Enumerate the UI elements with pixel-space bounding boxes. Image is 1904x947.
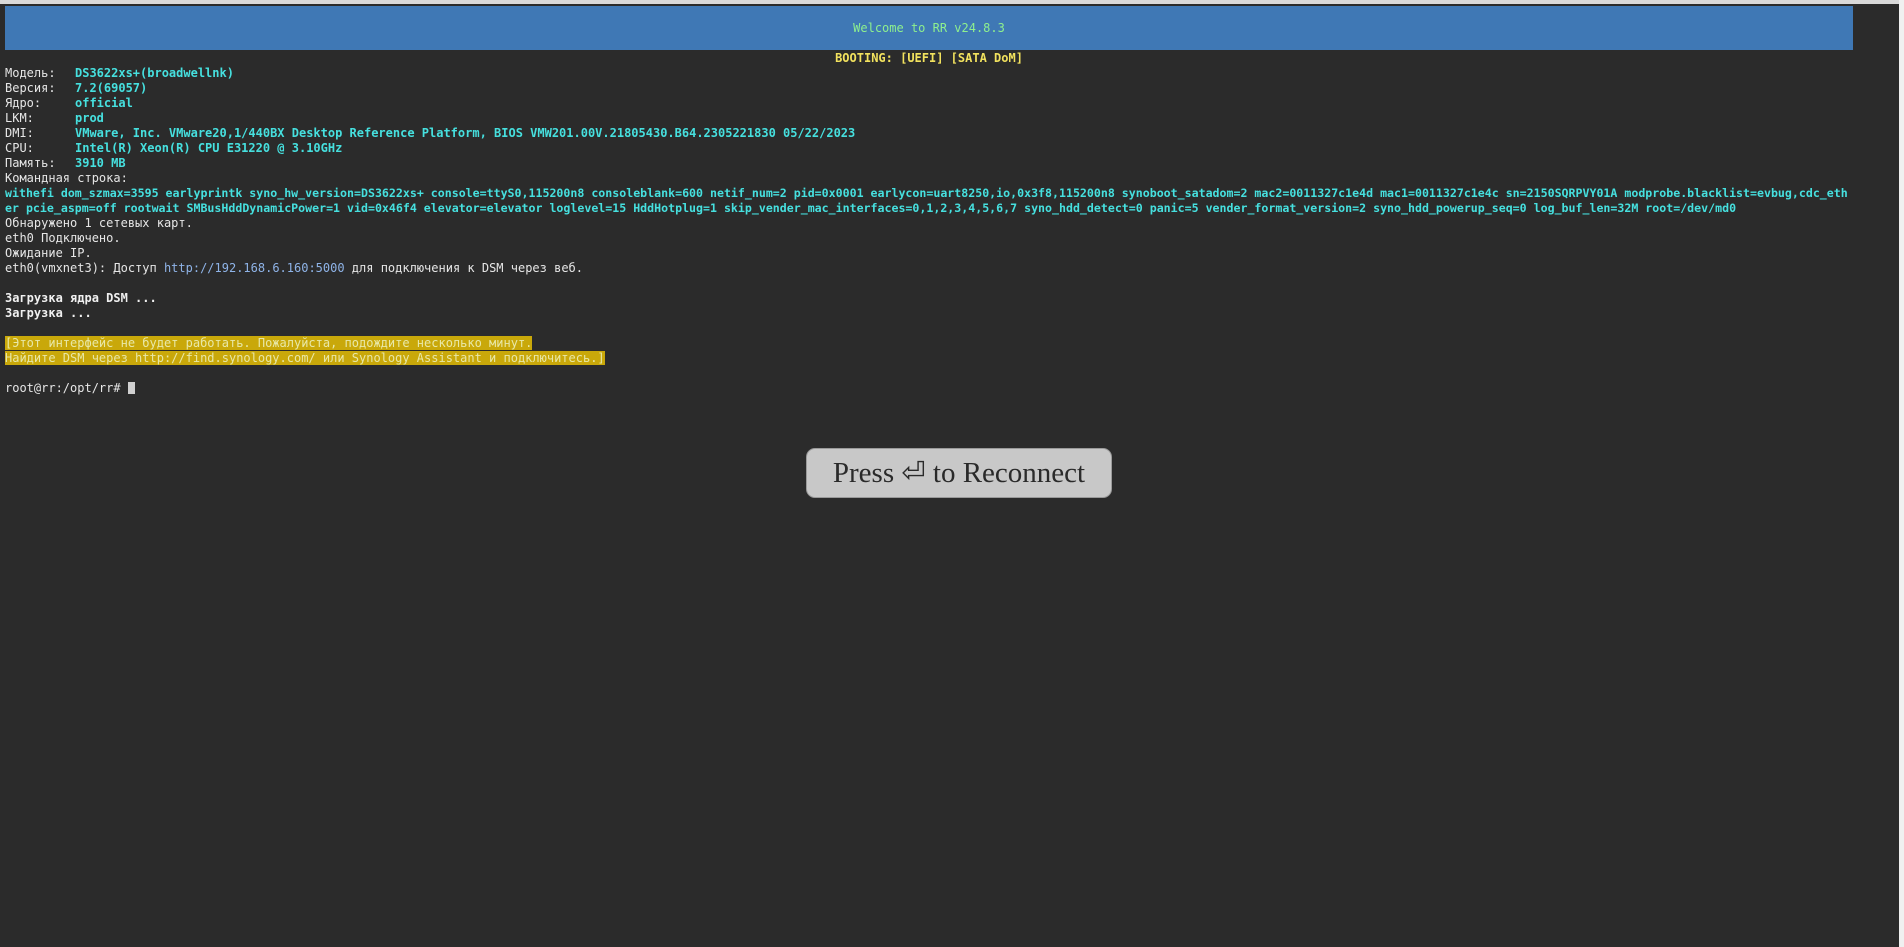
info-label: LKM: <box>5 111 34 125</box>
dsm-url-link[interactable]: http://192.168.6.160:5000 <box>164 261 345 275</box>
net-found-line: Обнаружено 1 сетевых карт. <box>5 216 193 230</box>
info-label: Ядро: <box>5 96 42 110</box>
net-connected-line: eth0 Подключено. <box>5 231 121 245</box>
boot-mode-line: BOOTING: [UEFI] [SATA DoM] <box>835 51 1023 65</box>
warning-text: [Этот интерфейс не будет работать. Пожал… <box>5 336 533 350</box>
welcome-banner: Welcome to RR v24.8.3 <box>5 6 1853 50</box>
info-row-version: Версия: 7.2(69057) <box>5 81 1853 96</box>
info-row-kernel: Ядро: official <box>5 96 1853 111</box>
text-cursor <box>127 382 135 394</box>
warning-line-2: Найдите DSM через http://find.synology.c… <box>5 351 1853 366</box>
window-top-edge <box>0 0 1904 4</box>
shell-prompt-line[interactable]: root@rr:/opt/rr# <box>5 381 1853 396</box>
info-label: Память: <box>5 156 56 170</box>
cmdline-label: Командная строка: <box>5 171 128 185</box>
info-row-memory: Память: 3910 MB <box>5 156 1853 171</box>
loading-kernel-line: Загрузка ядра DSM ... <box>5 291 157 305</box>
net-access-line: eth0(vmxnet3): Доступ http://192.168.6.1… <box>5 261 1853 276</box>
window-right-edge <box>1899 0 1904 947</box>
info-value: Intel(R) Xeon(R) CPU E31220 @ 3.10GHz <box>75 141 343 155</box>
warning-text: Найдите DSM через http://find.synology.c… <box>5 351 605 365</box>
access-suffix: для подключения к DSM через веб. <box>344 261 583 275</box>
net-waiting-line: Ожидание IP. <box>5 246 92 260</box>
info-value: official <box>75 96 133 110</box>
loading-line: Загрузка ... <box>5 306 92 320</box>
reconnect-button[interactable]: Press ⏎ to Reconnect <box>806 448 1112 498</box>
info-value: DS3622xs+(broadwellnk) <box>75 66 234 80</box>
terminal[interactable]: Welcome to RR v24.8.3 BOOTING: [UEFI] [S… <box>5 6 1853 396</box>
info-row-cpu: CPU: Intel(R) Xeon(R) CPU E31220 @ 3.10GH… <box>5 141 1853 156</box>
info-value: 7.2(69057) <box>75 81 148 95</box>
info-label: Модель: <box>5 66 56 80</box>
info-label: DMI: <box>5 126 34 140</box>
info-value: 3910 MB <box>75 156 126 170</box>
info-label: CPU: <box>5 141 34 155</box>
info-row-model: Модель: DS3622xs+(broadwellnk) <box>5 66 1853 81</box>
access-prefix: eth0(vmxnet3): Доступ <box>5 261 164 275</box>
info-label: Версия: <box>5 81 56 95</box>
shell-prompt: root@rr:/opt/rr# <box>5 381 128 395</box>
info-value: prod <box>75 111 104 125</box>
info-value: VMware, Inc. VMware20,1/440BX Desktop Re… <box>75 126 856 140</box>
warning-line-1: [Этот интерфейс не будет работать. Пожал… <box>5 336 1853 351</box>
cmdline-value: withefi dom_szmax=3595 earlyprintk syno_… <box>5 186 1848 215</box>
info-row-lkm: LKM: prod <box>5 111 1853 126</box>
info-row-dmi: DMI: VMware, Inc. VMware20,1/440BX Deskto… <box>5 126 1853 141</box>
